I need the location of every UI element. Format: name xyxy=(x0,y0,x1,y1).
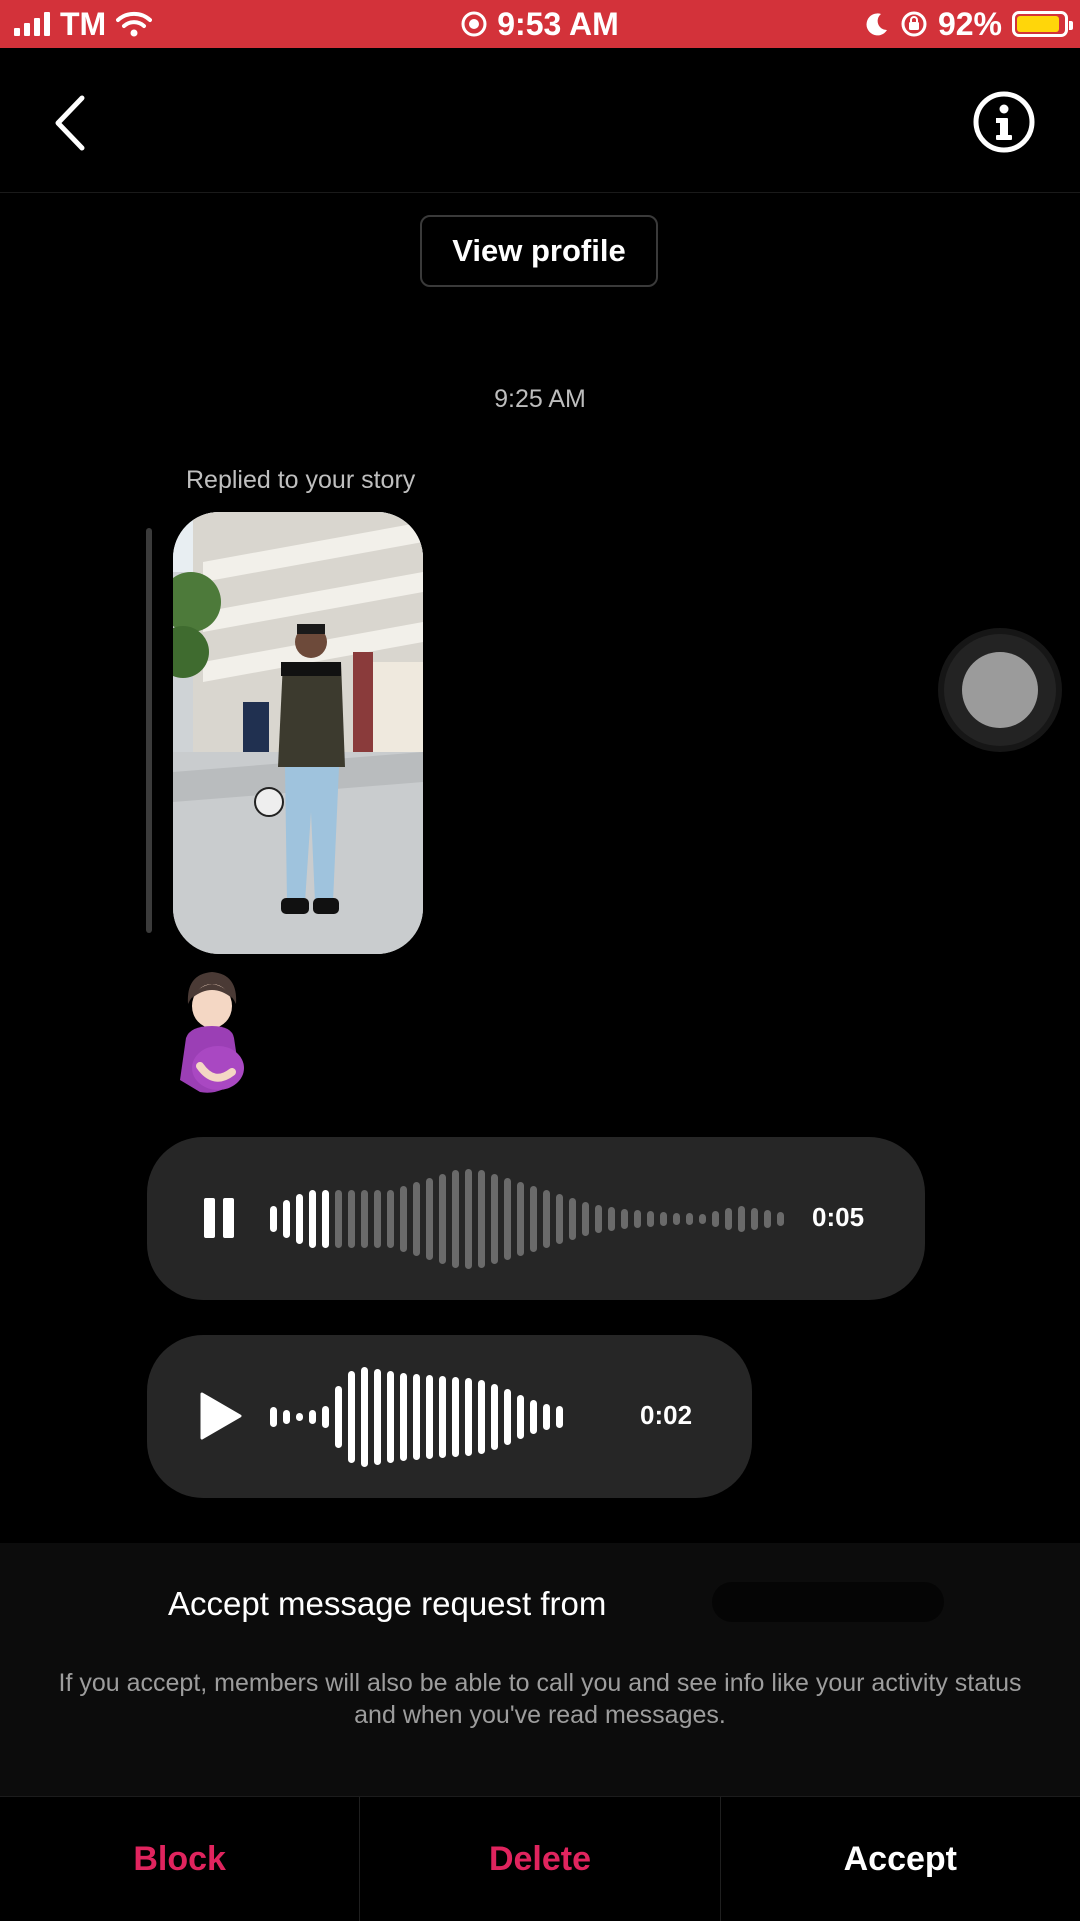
waveform-bar xyxy=(335,1385,342,1448)
redacted-username xyxy=(712,1582,944,1622)
battery-icon xyxy=(1012,11,1073,37)
waveform-bar xyxy=(439,1173,446,1264)
voice-message[interactable]: 0:02 xyxy=(147,1335,752,1498)
message-timestamp: 9:25 AM xyxy=(494,385,586,413)
waveform-bar xyxy=(270,1205,277,1232)
waveform-bar xyxy=(660,1211,667,1226)
waveform-bar xyxy=(374,1368,381,1465)
waveform-bar xyxy=(504,1388,511,1445)
audio-waveform[interactable] xyxy=(270,1363,563,1470)
waveform-bar xyxy=(400,1372,407,1461)
waveform-bar xyxy=(348,1370,355,1463)
waveform-bar xyxy=(361,1189,368,1248)
waveform-bar xyxy=(491,1383,498,1450)
waveform-bar xyxy=(686,1212,693,1225)
waveform-bar xyxy=(452,1169,459,1268)
waveform-bar xyxy=(426,1177,433,1260)
waveform-bar xyxy=(595,1204,602,1233)
waveform-bar xyxy=(608,1206,615,1231)
waveform-bar xyxy=(556,1193,563,1244)
waveform-bar xyxy=(387,1370,394,1463)
waveform-bar xyxy=(504,1177,511,1260)
moon-icon xyxy=(866,13,887,36)
waveform-bar xyxy=(322,1405,329,1428)
waveform-bar xyxy=(452,1376,459,1457)
voice-duration: 0:02 xyxy=(640,1400,693,1430)
waveform-bar xyxy=(465,1168,472,1269)
info-circle-icon[interactable] xyxy=(972,90,1036,154)
assistive-touch-button[interactable] xyxy=(944,634,1056,746)
story-reply-label: Replied to your story xyxy=(186,466,416,494)
waveform-bar xyxy=(348,1189,355,1248)
waveform-bar xyxy=(634,1209,641,1228)
waveform-bar xyxy=(335,1189,342,1248)
waveform-bar xyxy=(491,1173,498,1264)
waveform-bar xyxy=(439,1375,446,1458)
waveform-bar xyxy=(543,1403,550,1430)
pause-icon[interactable] xyxy=(192,1190,248,1246)
waveform-bar xyxy=(530,1399,537,1434)
waveform-bar xyxy=(582,1201,589,1236)
waveform-bar xyxy=(764,1209,771,1228)
audio-waveform[interactable] xyxy=(270,1165,784,1272)
waveform-bar xyxy=(283,1199,290,1238)
request-description: If you accept, members will also be able… xyxy=(58,1669,1022,1729)
chat-header xyxy=(0,48,1080,193)
status-right: 92% xyxy=(864,0,1073,48)
reply-indicator-bar xyxy=(146,528,152,933)
waveform-bar xyxy=(322,1189,329,1248)
voice-message[interactable]: 0:05 xyxy=(147,1137,925,1300)
request-title: Accept message request from xyxy=(168,1585,607,1622)
story-photo xyxy=(173,512,423,954)
waveform-bar xyxy=(517,1394,524,1439)
accept-button[interactable]: Accept xyxy=(719,1797,1080,1921)
waveform-bar xyxy=(426,1374,433,1459)
waveform-bar xyxy=(296,1193,303,1244)
waveform-bar xyxy=(699,1213,706,1224)
block-button[interactable]: Block xyxy=(0,1797,359,1921)
waveform-bar xyxy=(374,1189,381,1248)
waveform-bar xyxy=(283,1409,290,1424)
waveform-bar xyxy=(478,1379,485,1454)
status-time: 9:53 AM xyxy=(497,5,619,42)
waveform-bar xyxy=(777,1211,784,1226)
play-icon[interactable] xyxy=(192,1388,248,1444)
waveform-bar xyxy=(751,1207,758,1230)
view-profile-button[interactable]: View profile xyxy=(420,215,658,287)
waveform-bar xyxy=(465,1377,472,1456)
battery-percent: 92% xyxy=(937,5,1002,42)
chevron-left-icon[interactable] xyxy=(44,88,104,158)
waveform-bar xyxy=(647,1210,654,1227)
waveform-bar xyxy=(517,1181,524,1256)
status-bar: TM 9:53 AM 92% xyxy=(0,0,1080,48)
reaction-emoji xyxy=(170,968,254,1098)
waveform-bar xyxy=(712,1210,719,1227)
screen-record-icon xyxy=(461,11,487,37)
waveform-bar xyxy=(556,1405,563,1428)
waveform-bar xyxy=(621,1208,628,1229)
waveform-bar xyxy=(543,1189,550,1248)
waveform-bar xyxy=(569,1197,576,1240)
waveform-bar xyxy=(387,1189,394,1248)
story-thumbnail[interactable] xyxy=(173,512,423,954)
waveform-bar xyxy=(530,1185,537,1252)
waveform-bar xyxy=(413,1373,420,1460)
waveform-bar xyxy=(361,1366,368,1467)
voice-duration: 0:05 xyxy=(812,1202,865,1232)
pregnant-woman-emoji-icon xyxy=(180,972,244,1093)
waveform-bar xyxy=(478,1169,485,1268)
waveform-bar xyxy=(296,1412,303,1421)
delete-button[interactable]: Delete xyxy=(359,1797,719,1921)
battery-fill xyxy=(1017,16,1060,32)
waveform-bar xyxy=(725,1207,732,1230)
request-actions: Block Delete Accept xyxy=(0,1796,1080,1921)
waveform-bar xyxy=(738,1205,745,1232)
waveform-bar xyxy=(309,1409,316,1424)
waveform-bar xyxy=(413,1181,420,1256)
orientation-lock-icon xyxy=(901,11,927,37)
waveform-bar xyxy=(400,1185,407,1252)
waveform-bar xyxy=(270,1406,277,1427)
waveform-bar xyxy=(309,1189,316,1248)
waveform-bar xyxy=(673,1212,680,1225)
